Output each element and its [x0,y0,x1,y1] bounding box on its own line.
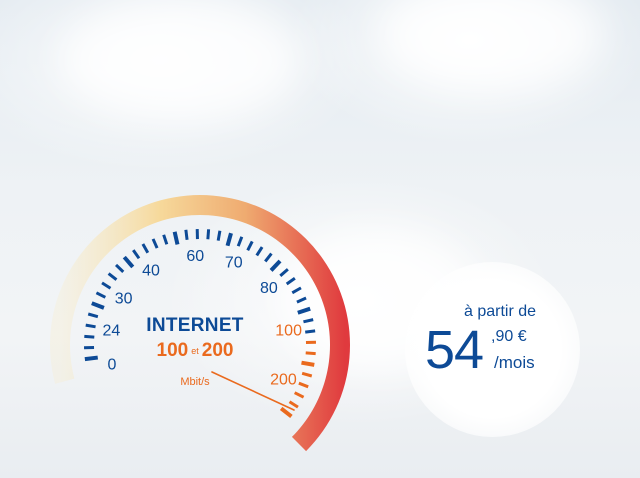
gauge-tick [288,400,299,409]
gauge-tick [285,277,296,286]
gauge-tick-label: 100 [275,322,302,339]
gauge-tick [246,240,254,252]
gauge-tick [85,323,96,329]
gauge-tick [162,234,169,245]
gauge-tick [122,255,135,269]
gauge-tick [279,268,289,277]
gauge-tick [298,381,309,389]
gauge-tick-label: 24 [102,322,120,339]
gauge-tick [84,334,95,339]
gauge-tick [84,355,99,362]
gauge-tick [87,312,99,319]
gauge-tick-label: 30 [115,290,133,307]
price-period: /mois [494,353,535,372]
price-cents: ,90 € [491,328,527,345]
gauge-tick [264,252,273,263]
gauge-tick-label: 0 [108,357,117,374]
gauge-tick [269,259,282,272]
gauge-tick [255,246,264,257]
gauge-tick [184,229,189,240]
gauge-tick [291,286,302,295]
gauge-tick [303,318,314,324]
gauge-tick [216,230,222,241]
gauge-tick [101,281,112,290]
gauge-tick [301,371,313,378]
gauge-tick [206,229,211,240]
speed-range: 100 et 200 [130,340,260,362]
gauge-tick [95,291,107,299]
gauge-tick [132,249,141,260]
speed-connector: et [191,346,199,356]
speed-unit: Mbit/s [180,376,210,388]
gauge-tick-label: 60 [186,248,204,265]
gauge-tick [297,306,311,315]
gauge-tick [225,232,233,247]
gauge-tick [107,272,118,281]
gauge-tick [151,238,159,249]
gauge-title: INTERNET [146,315,244,336]
gauge-tick [172,231,180,245]
gauge-tick-label: 40 [142,263,160,280]
gauge-tick [296,296,307,304]
gauge-tick [305,329,316,334]
speed-low: 100 [156,340,189,361]
gauge-tick [301,360,315,367]
gauge-tick-label: 80 [260,280,278,297]
gauge-tick-label: 70 [225,255,243,272]
price-main: 54 [425,320,484,380]
gauge-tick [293,391,305,399]
gauge-tick [91,301,105,310]
gauge-tick [279,406,293,418]
gauge-tick [141,243,150,254]
gauge-tick [114,263,125,273]
speed-high: 200 [201,340,234,361]
gauge-tick [236,236,244,247]
gauge-tick [305,351,316,356]
gauge-tick-label: 200 [270,372,297,389]
